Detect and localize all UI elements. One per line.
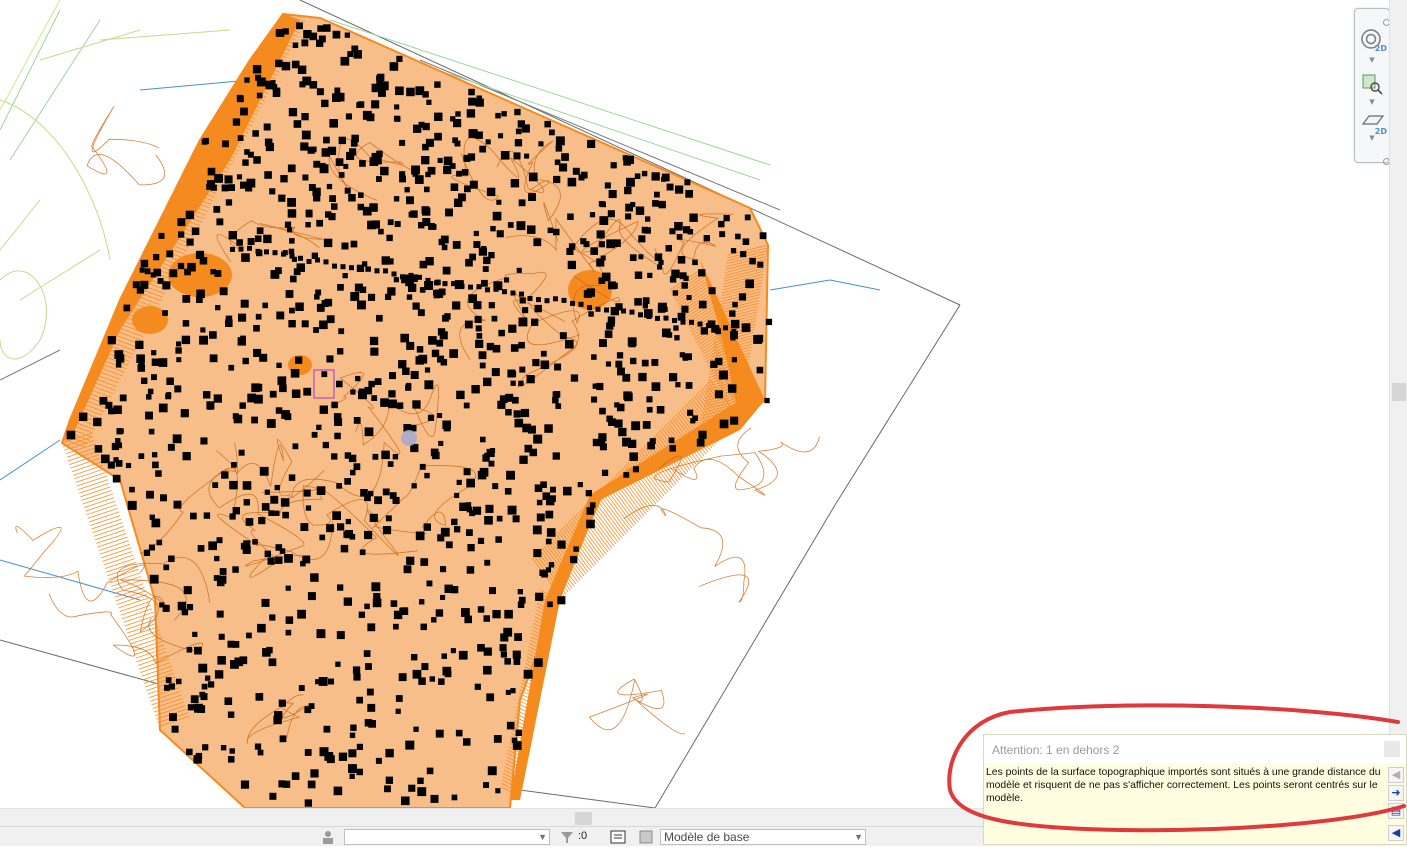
view-marker-icon (401, 430, 417, 446)
chevron-down-icon[interactable]: ▼ (1367, 134, 1377, 142)
site-line (769, 279, 831, 291)
previous-warning-button[interactable]: ◀ (1388, 767, 1404, 783)
site-line (0, 0, 61, 111)
filter-icon[interactable] (559, 829, 575, 845)
contour-line (588, 678, 686, 735)
worksharing-icon[interactable] (320, 829, 336, 845)
topography-plan-view[interactable] (0, 0, 1389, 808)
nav-2d-badge: 2D (1374, 44, 1387, 53)
horizontal-scroll-thumb[interactable] (575, 812, 592, 825)
drawing-canvas[interactable] (0, 0, 1389, 808)
filter-count: :0 (578, 830, 588, 842)
contour-line (623, 504, 750, 603)
editable-only-icon[interactable] (610, 829, 626, 845)
design-option-value: Modèle de base (664, 830, 750, 844)
speaker-icon: ◀ (1391, 826, 1401, 839)
site-line (519, 789, 656, 808)
warning-header: Attention: 1 en dehors 2 (984, 735, 1406, 763)
site-line (0, 9, 61, 131)
site-line (0, 439, 61, 481)
navigation-bar: 2D ▼ ▼ 2D ▼ (1354, 8, 1390, 165)
site-line (0, 639, 181, 691)
arrow-left-icon: ◀ (1391, 768, 1401, 781)
warning-title: Attention: 1 en dehors 2 (992, 743, 1120, 757)
warning-close-button[interactable] (1384, 741, 1400, 757)
zoom-region-button[interactable] (1359, 71, 1385, 97)
pan-2d-button[interactable]: 2D (1359, 110, 1387, 136)
site-line (0, 349, 61, 381)
vertical-scroll-thumb[interactable] (1392, 383, 1406, 401)
chevron-down-icon: ▼ (538, 832, 547, 842)
chevron-down-icon: ▼ (854, 832, 863, 842)
speaker-button[interactable]: ◀ (1388, 825, 1404, 841)
site-curve (0, 99, 111, 261)
site-line (39, 29, 141, 61)
contour-line (86, 105, 165, 186)
warning-message: Les points de la surface topographique i… (986, 767, 1381, 804)
site-line (834, 304, 961, 506)
site-line (99, 29, 231, 41)
next-warning-button[interactable]: ➜ (1388, 785, 1404, 801)
site-line (0, 199, 41, 251)
site-curve (0, 270, 47, 360)
chevron-down-icon[interactable]: ▼ (1367, 56, 1377, 64)
workset-select[interactable]: ▼ (344, 829, 550, 845)
zoom-region-icon (1362, 74, 1383, 95)
full-navigation-wheel-button[interactable]: 2D (1359, 27, 1387, 53)
warning-dialog: Attention: 1 en dehors 2 Les points de l… (983, 734, 1407, 845)
expand-warning-button[interactable]: ▤ (1388, 803, 1404, 819)
expand-icon: ▤ (1390, 804, 1402, 817)
site-line (829, 279, 881, 291)
site-line (19, 249, 101, 301)
design-options-icon[interactable] (638, 829, 654, 845)
chevron-down-icon[interactable]: ▼ (1367, 98, 1377, 106)
vertical-scrollbar[interactable] (1389, 0, 1407, 808)
design-option-select[interactable]: Modèle de base ▼ (660, 829, 866, 845)
arrow-right-icon: ➜ (1391, 786, 1401, 799)
site-line (654, 504, 836, 808)
